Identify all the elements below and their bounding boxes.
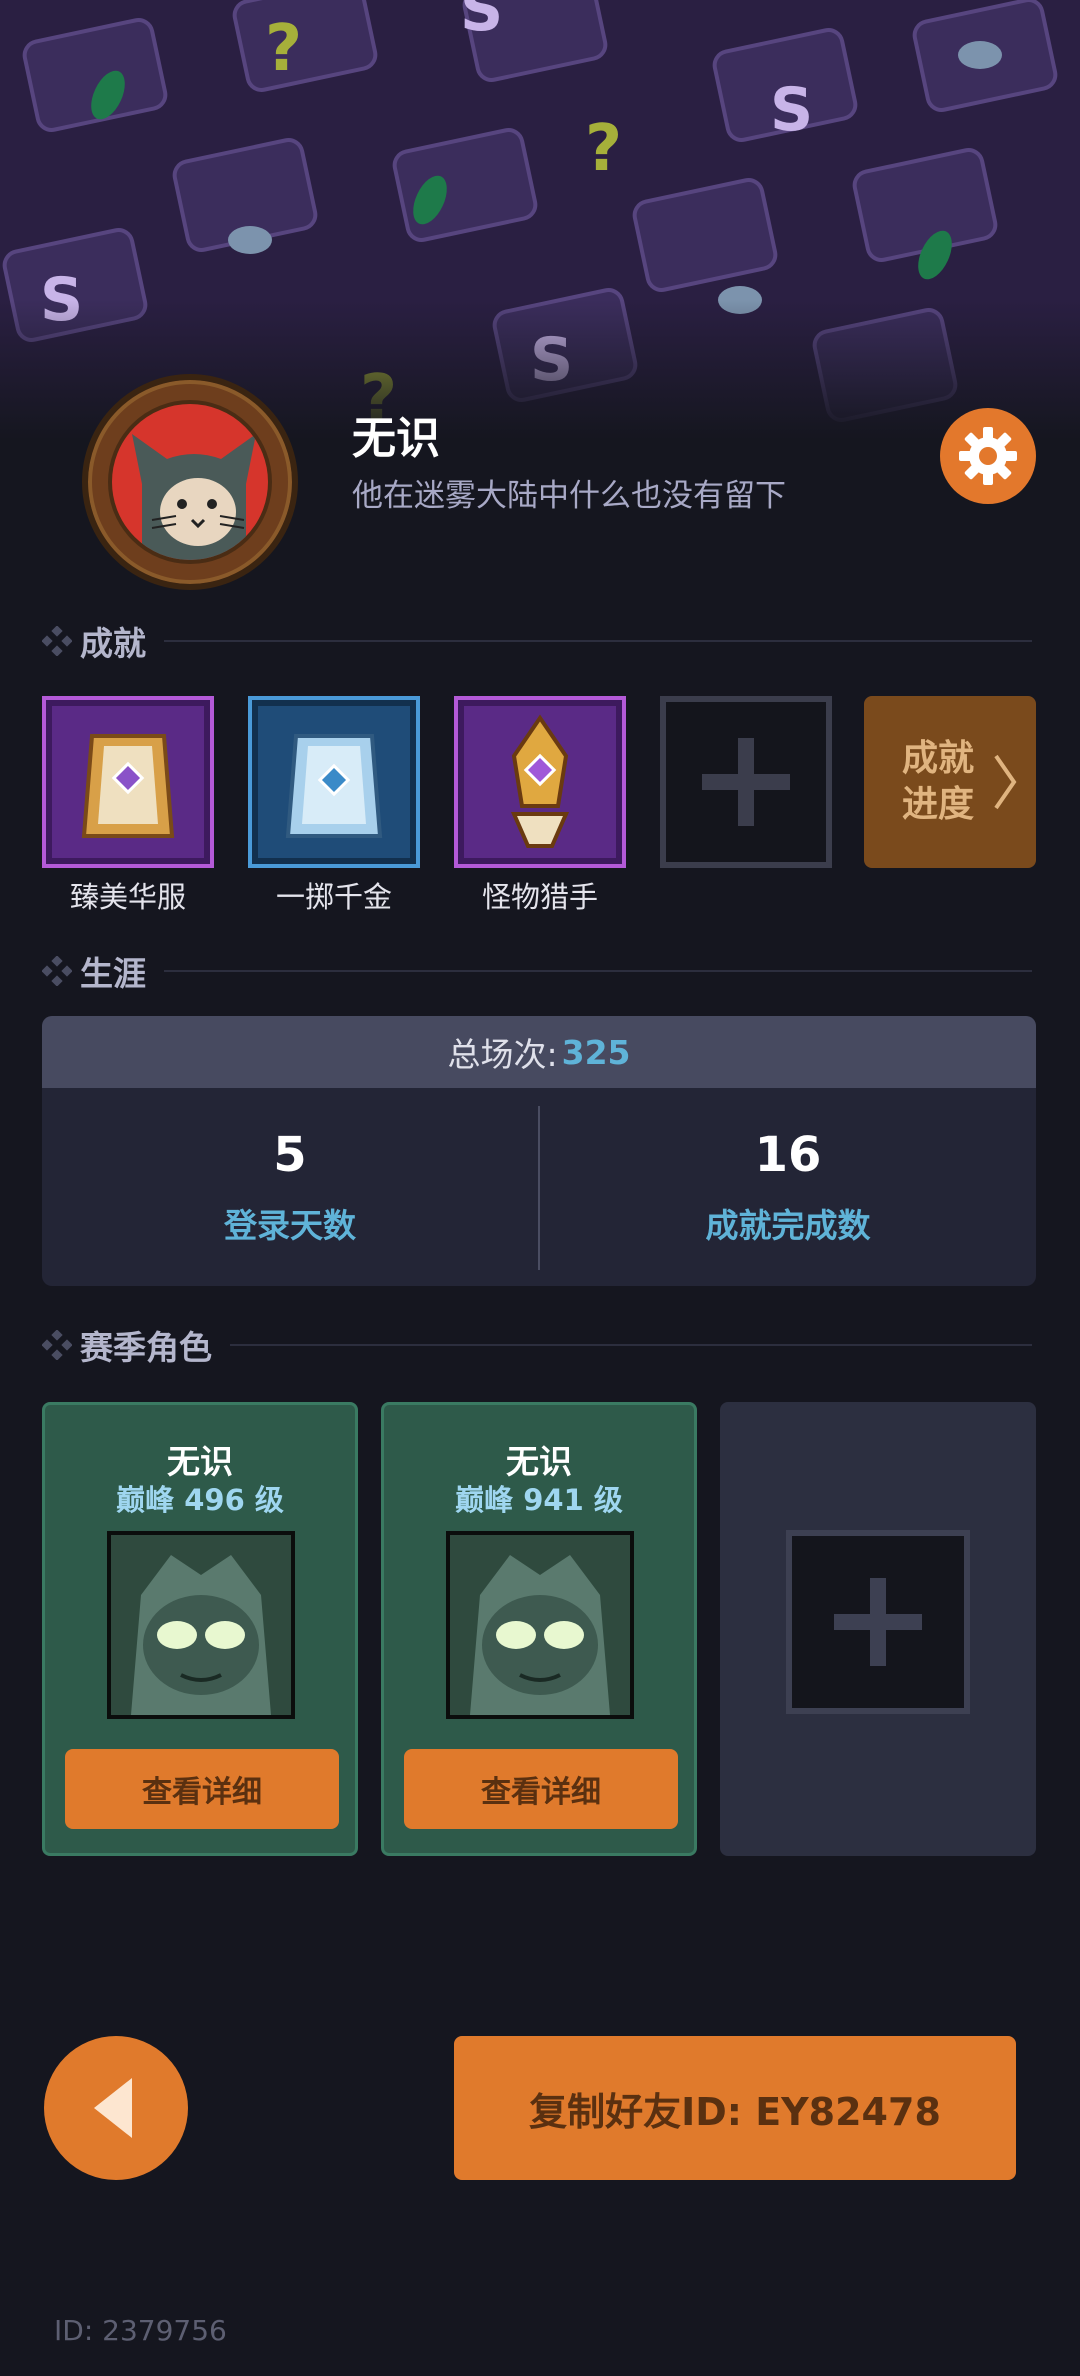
achievement-label-1: 臻美华服 [69,880,186,914]
total-matches-value: 325 [561,1032,631,1072]
achievement-progress-button[interactable]: 成就 进度 [864,696,1036,868]
progress-line-1: 成就 [902,738,975,779]
section-divider [164,970,1032,972]
settings-button[interactable] [940,408,1036,504]
achievement-label-2: 一掷千金 [275,880,392,914]
character-level: 巅峰 941 级 [455,1483,623,1517]
achievement-progress-label: 成就 进度 [902,736,992,828]
svg-text:S: S [460,0,503,45]
season-characters-header: 赛季角色 [42,1322,1032,1368]
empty-character-slot[interactable] [720,1402,1036,1856]
plus-icon [834,1578,922,1666]
stat-label: 登录天数 [224,1206,356,1245]
svg-text:S: S [770,75,813,145]
achievement-label-3: 怪物猎手 [481,880,598,914]
wardrobe-card-icon [42,696,214,868]
back-arrow-icon [94,2078,132,2138]
sword-trophy-icon [454,696,626,868]
character-portrait [107,1531,295,1719]
achievements-header: 成就 [42,618,1032,664]
diamond-icon [42,626,72,656]
profile-page: S S S S ? ? ? [0,0,1080,2376]
character-portrait [446,1531,634,1719]
diamond-icon [42,1330,72,1360]
add-achievement-slot[interactable] [660,696,832,868]
career-header: 生涯 [42,948,1032,994]
achievement-badge-3[interactable] [454,696,626,868]
chevron-right-icon [994,754,1017,810]
stat-value: 16 [754,1127,822,1183]
career-title: 生涯 [80,954,146,993]
player-avatar[interactable] [82,374,298,590]
svg-text:?: ? [265,12,302,86]
player-name: 无识 [352,413,440,464]
character-name: 无识 [506,1442,572,1481]
character-level: 巅峰 496 级 [116,1483,284,1517]
character-card-2[interactable]: 无识 巅峰 941 级 查看详细 [381,1402,697,1856]
stat-achievements-completed: 16 成就完成数 [540,1088,1036,1286]
back-button[interactable] [44,2036,188,2180]
copy-friend-id-button[interactable]: 复制好友ID: EY82478 [454,2036,1016,2180]
view-details-button[interactable]: 查看详细 [65,1749,339,1829]
total-matches-row: 总场次: 325 [42,1016,1036,1088]
character-portrait-icon [111,1535,291,1715]
player-id-footer: ID: 2379756 [54,2314,227,2347]
section-divider [164,640,1032,642]
progress-line-2: 进度 [902,784,975,825]
season-characters-title: 赛季角色 [80,1328,212,1367]
add-character-slot[interactable] [786,1530,970,1714]
character-name: 无识 [167,1442,233,1481]
character-portrait-icon [450,1535,630,1715]
achievement-badge-2[interactable] [248,696,420,868]
achievement-badge-1[interactable] [42,696,214,868]
cat-avatar-icon [108,400,272,564]
profile-banner: S S S S ? ? ? [0,0,1080,440]
diamond-icon [42,956,72,986]
view-details-button[interactable]: 查看详细 [404,1749,678,1829]
gear-icon [959,427,1017,485]
stat-label: 成就完成数 [705,1206,871,1245]
total-matches-label: 总场次: [447,1035,558,1074]
gold-card-icon [248,696,420,868]
stat-value: 5 [273,1127,307,1183]
section-divider [230,1344,1032,1346]
stat-login-days: 5 登录天数 [42,1088,538,1286]
achievements-title: 成就 [80,624,146,663]
svg-text:?: ? [585,112,622,186]
plus-icon [702,738,790,826]
character-card-1[interactable]: 无识 巅峰 496 级 查看详细 [42,1402,358,1856]
player-bio: 他在迷雾大陆中什么也没有留下 [352,478,786,514]
career-stats-panel: 总场次: 325 5 登录天数 16 成就完成数 [42,1016,1036,1286]
